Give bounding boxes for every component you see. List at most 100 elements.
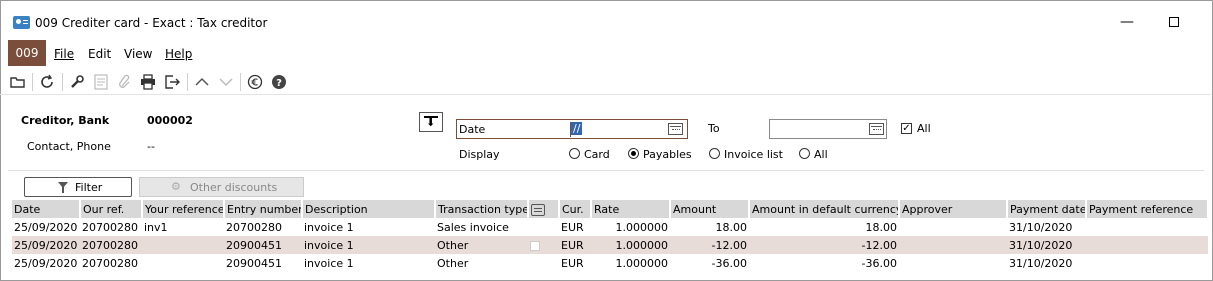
- section-divider: [8, 170, 1204, 171]
- cell-entry: 20900451: [224, 236, 302, 254]
- all-checkbox[interactable]: ✓: [901, 123, 912, 134]
- cell-notes: [528, 218, 559, 236]
- column-header-payment-date[interactable]: Payment date: [1007, 200, 1087, 218]
- open-folder-icon[interactable]: [8, 72, 28, 92]
- menu-edit[interactable]: Edit: [88, 47, 111, 61]
- cell-amount-default: 18.00: [865, 220, 898, 234]
- menu-file-label: File: [54, 47, 75, 61]
- minimize-button[interactable]: —: [1112, 11, 1142, 33]
- creditor-label: Creditor, Bank: [21, 114, 110, 127]
- cell-payment-ref: [1086, 236, 1208, 254]
- menu-help[interactable]: Help: [165, 47, 192, 61]
- cell-amount: -36.00: [711, 256, 747, 270]
- help-icon[interactable]: ?: [269, 72, 289, 92]
- discount-icon: ⚙: [171, 180, 181, 193]
- cell-entry: 20700280: [226, 220, 282, 234]
- cell-amount-default: -12.00: [749, 236, 899, 254]
- toolbar-separator: [62, 73, 63, 91]
- cell-type: Sales invoice: [437, 220, 509, 234]
- cell-payment-date: 31/10/2020: [1007, 236, 1086, 254]
- cell-amount: 18.00: [715, 220, 748, 234]
- wrench-icon[interactable]: [67, 72, 87, 92]
- column-header-amount-default[interactable]: Amount in default currency: [749, 200, 900, 218]
- display-invoice-list-radio[interactable]: [709, 148, 720, 159]
- column-header-description[interactable]: Description: [302, 200, 436, 218]
- cell-date: 25/09/2020: [14, 220, 78, 234]
- export-icon[interactable]: [162, 72, 182, 92]
- table-row[interactable]: 25/09/2020 20700280 20900451 invoice 1 O…: [12, 254, 1208, 272]
- cell-amount-default: -36.00: [861, 256, 897, 270]
- menu-file[interactable]: File: [54, 47, 74, 61]
- all-checkbox-label: All: [917, 122, 931, 135]
- company-badge: 009: [8, 40, 46, 66]
- cell-payment-date: 31/10/2020: [1009, 256, 1073, 270]
- refresh-icon[interactable]: [37, 72, 57, 92]
- table-row[interactable]: 25/09/2020 20700280 20900451 invoice 1 O…: [12, 236, 1208, 254]
- contact-label: Contact, Phone: [27, 140, 111, 153]
- date-field[interactable]: Date //: [456, 119, 688, 139]
- date-toggle-button[interactable]: [419, 112, 443, 132]
- date-from-input[interactable]: //: [570, 122, 666, 137]
- calendar-icon[interactable]: [869, 123, 884, 135]
- filter-button[interactable]: Filter: [24, 177, 132, 197]
- date-from-value: //: [571, 122, 583, 135]
- cell-rate: 1.000000: [591, 236, 670, 254]
- toolbar-separator: [187, 73, 188, 91]
- column-header-date[interactable]: Date: [12, 200, 81, 218]
- cell-type: Other: [437, 256, 469, 270]
- cell-your-ref: [142, 254, 224, 272]
- contact-value: --: [147, 140, 155, 153]
- column-header-rate[interactable]: Rate: [591, 200, 671, 218]
- cell-approver: [899, 236, 1007, 254]
- table-row[interactable]: 25/09/2020 20700280 inv1 20700280 invoic…: [12, 218, 1208, 236]
- other-discounts-label: Other discounts: [190, 181, 278, 194]
- column-header-approver[interactable]: Approver: [899, 200, 1008, 218]
- column-header-payment-reference[interactable]: Payment reference: [1086, 200, 1209, 218]
- other-discounts-button: ⚙ Other discounts: [139, 177, 304, 197]
- cell-currency: EUR: [559, 236, 591, 254]
- column-header-notes[interactable]: [528, 200, 560, 218]
- cell-our-ref: 20700280: [80, 236, 142, 254]
- maximize-button[interactable]: [1159, 11, 1189, 33]
- cell-payment-ref: [1086, 254, 1208, 272]
- funnel-icon: [58, 182, 68, 193]
- maximize-icon: [1169, 17, 1179, 27]
- column-header-amount[interactable]: Amount: [670, 200, 750, 218]
- cell-description: invoice 1: [304, 220, 354, 234]
- cell-notes: [528, 236, 559, 254]
- column-header-currency[interactable]: Cur.: [559, 200, 592, 218]
- toolbar-separator: [240, 73, 241, 91]
- cell-entry: 20900451: [226, 256, 282, 270]
- notes-icon: [91, 72, 111, 92]
- cell-rate: 1.000000: [615, 220, 669, 234]
- cell-description: invoice 1: [304, 256, 354, 270]
- cell-your-ref: inv1: [144, 220, 168, 234]
- up-icon[interactable]: [192, 72, 212, 92]
- cell-approver: [899, 254, 1007, 272]
- menu-help-label: Help: [165, 47, 193, 61]
- display-all-radio[interactable]: [799, 148, 810, 159]
- note-checkbox[interactable]: [530, 240, 540, 251]
- note-icon: [531, 203, 545, 216]
- column-header-your-reference[interactable]: Your reference: [142, 200, 225, 218]
- display-payables-radio[interactable]: [628, 148, 639, 159]
- print-icon[interactable]: [138, 72, 158, 92]
- column-header-transaction-type[interactable]: Transaction type: [435, 200, 529, 218]
- down-icon: [216, 72, 236, 92]
- cell-date: 25/09/2020: [12, 236, 80, 254]
- column-header-entry-number[interactable]: Entry number: [224, 200, 303, 218]
- euro-icon[interactable]: [245, 72, 265, 92]
- calendar-icon[interactable]: [668, 123, 683, 135]
- date-field-label: Date: [459, 123, 486, 136]
- filter-button-label: Filter: [75, 181, 103, 194]
- title-bar: 009 Crediter card - Exact : Tax creditor…: [1, 1, 1212, 39]
- menu-view[interactable]: View: [124, 47, 152, 61]
- cell-your-ref: [142, 236, 224, 254]
- display-invoice-list-label: Invoice list: [724, 148, 783, 161]
- display-card-radio[interactable]: [569, 148, 580, 159]
- column-header-our-ref[interactable]: Our ref.: [80, 200, 143, 218]
- cell-payment-date: 31/10/2020: [1009, 220, 1073, 234]
- date-to-input[interactable]: [769, 119, 887, 139]
- cell-approver: [899, 218, 1007, 236]
- attach-icon: [115, 72, 135, 92]
